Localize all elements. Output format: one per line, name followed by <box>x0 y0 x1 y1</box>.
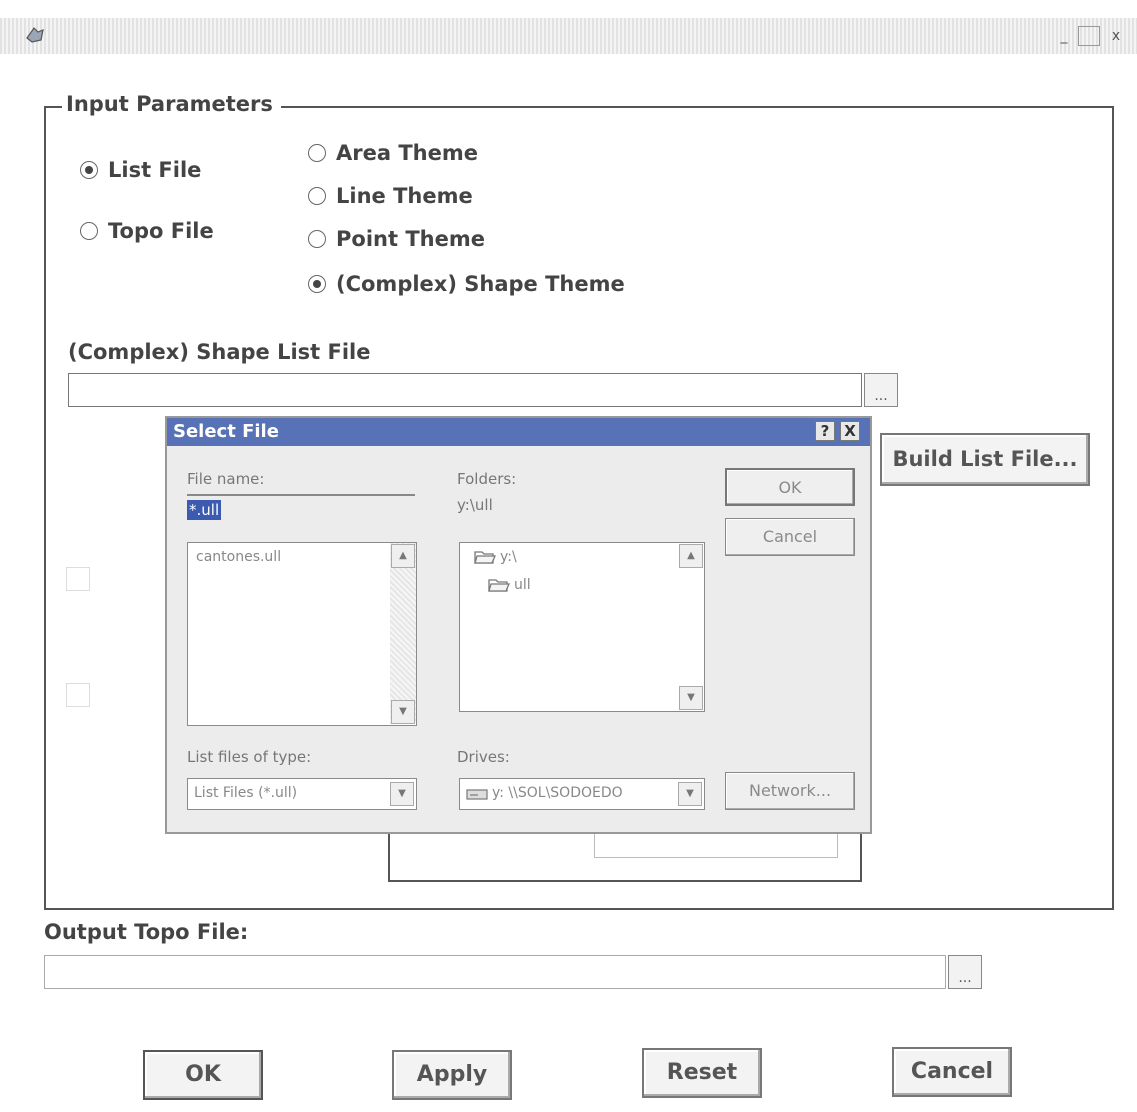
dialog-network-button[interactable]: Network... <box>725 772 855 810</box>
file-type-label: List files of type: <box>187 748 312 766</box>
radio-indicator <box>308 275 326 293</box>
drive-value: y: \\SOL\SODOEDO <box>492 785 623 801</box>
reset-button[interactable]: Reset <box>642 1048 762 1098</box>
dialog-ok-button[interactable]: OK <box>725 468 855 506</box>
dialog-help-button[interactable]: ? <box>815 421 835 441</box>
output-topo-file-input[interactable] <box>44 955 946 989</box>
drives-label: Drives: <box>457 748 510 766</box>
radio-topo-file[interactable]: Topo File <box>80 219 214 243</box>
output-topo-file-label: Output Topo File: <box>44 920 249 944</box>
close-button[interactable]: x <box>1106 26 1126 46</box>
file-name-value: *.ull <box>187 500 222 520</box>
open-folder-icon <box>488 579 510 592</box>
radio-label: Area Theme <box>336 141 478 165</box>
scroll-up-icon[interactable]: ▲ <box>679 544 703 568</box>
radio-label: List File <box>108 158 202 182</box>
maximize-button[interactable] <box>1078 26 1100 46</box>
background-checkbox <box>66 683 90 707</box>
output-browse-button[interactable]: ... <box>948 955 982 989</box>
radio-indicator <box>308 144 326 162</box>
radio-label: Topo File <box>108 219 214 243</box>
file-name-underline <box>187 494 415 496</box>
select-file-dialog: Select File ? X File name: *.ull cantone… <box>165 416 872 834</box>
drives-select[interactable]: y: \\SOL\SODOEDO ▼ <box>459 778 705 810</box>
open-folder-icon <box>474 551 496 564</box>
list-item[interactable]: cantones.ull <box>196 549 281 565</box>
radio-line-theme[interactable]: Line Theme <box>308 184 473 208</box>
input-parameters-legend: Input Parameters <box>62 92 281 116</box>
app-icon <box>26 27 44 43</box>
apply-button[interactable]: Apply <box>392 1050 512 1100</box>
window-title-bar: _ x <box>0 18 1137 54</box>
file-name-label: File name: <box>187 470 265 488</box>
scroll-down-icon[interactable]: ▼ <box>391 700 415 724</box>
radio-area-theme[interactable]: Area Theme <box>308 141 478 165</box>
dialog-close-button[interactable]: X <box>840 421 860 441</box>
shape-list-file-label: (Complex) Shape List File <box>68 340 371 364</box>
radio-complex-shape-theme[interactable]: (Complex) Shape Theme <box>308 272 625 296</box>
folder-tree[interactable]: y:\ ull ▲ ▼ <box>459 542 705 712</box>
build-list-file-button[interactable]: Build List File... <box>880 433 1090 486</box>
scroll-up-icon[interactable]: ▲ <box>391 544 415 568</box>
file-name-input[interactable]: *.ull <box>187 500 415 524</box>
radio-label: Point Theme <box>336 227 485 251</box>
minimize-button[interactable]: _ <box>1054 26 1074 46</box>
folder-item-root[interactable]: y:\ <box>474 549 517 565</box>
shape-list-browse-button[interactable]: ... <box>864 373 898 407</box>
radio-indicator <box>308 187 326 205</box>
radio-label: Line Theme <box>336 184 473 208</box>
current-folder-path: y:\ull <box>457 496 493 514</box>
folder-item-ull[interactable]: ull <box>488 577 531 593</box>
radio-indicator <box>80 222 98 240</box>
dialog-title: Select File <box>173 421 279 442</box>
radio-list-file[interactable]: List File <box>80 158 201 182</box>
background-button <box>594 832 838 858</box>
folder-label: ull <box>514 577 531 593</box>
radio-point-theme[interactable]: Point Theme <box>308 227 485 251</box>
ok-button[interactable]: OK <box>143 1050 263 1100</box>
radio-label: (Complex) Shape Theme <box>336 272 625 296</box>
dialog-cancel-button[interactable]: Cancel <box>725 518 855 556</box>
dialog-title-bar: Select File ? X <box>167 418 870 446</box>
radio-indicator <box>308 230 326 248</box>
chevron-down-icon[interactable]: ▼ <box>678 782 702 806</box>
radio-indicator <box>80 161 98 179</box>
background-checkbox <box>66 567 90 591</box>
folder-label: y:\ <box>500 549 517 565</box>
scroll-down-icon[interactable]: ▼ <box>679 686 703 710</box>
cancel-button[interactable]: Cancel <box>892 1047 1012 1097</box>
chevron-down-icon[interactable]: ▼ <box>390 782 414 806</box>
file-type-value: List Files (*.ull) <box>194 785 298 801</box>
file-list[interactable]: cantones.ull ▲ ▼ <box>187 542 417 726</box>
folders-label: Folders: <box>457 470 517 488</box>
shape-list-file-input[interactable] <box>68 373 862 407</box>
network-drive-icon <box>466 789 488 800</box>
file-type-select[interactable]: List Files (*.ull) ▼ <box>187 778 417 810</box>
file-list-scrollbar[interactable] <box>390 543 416 724</box>
